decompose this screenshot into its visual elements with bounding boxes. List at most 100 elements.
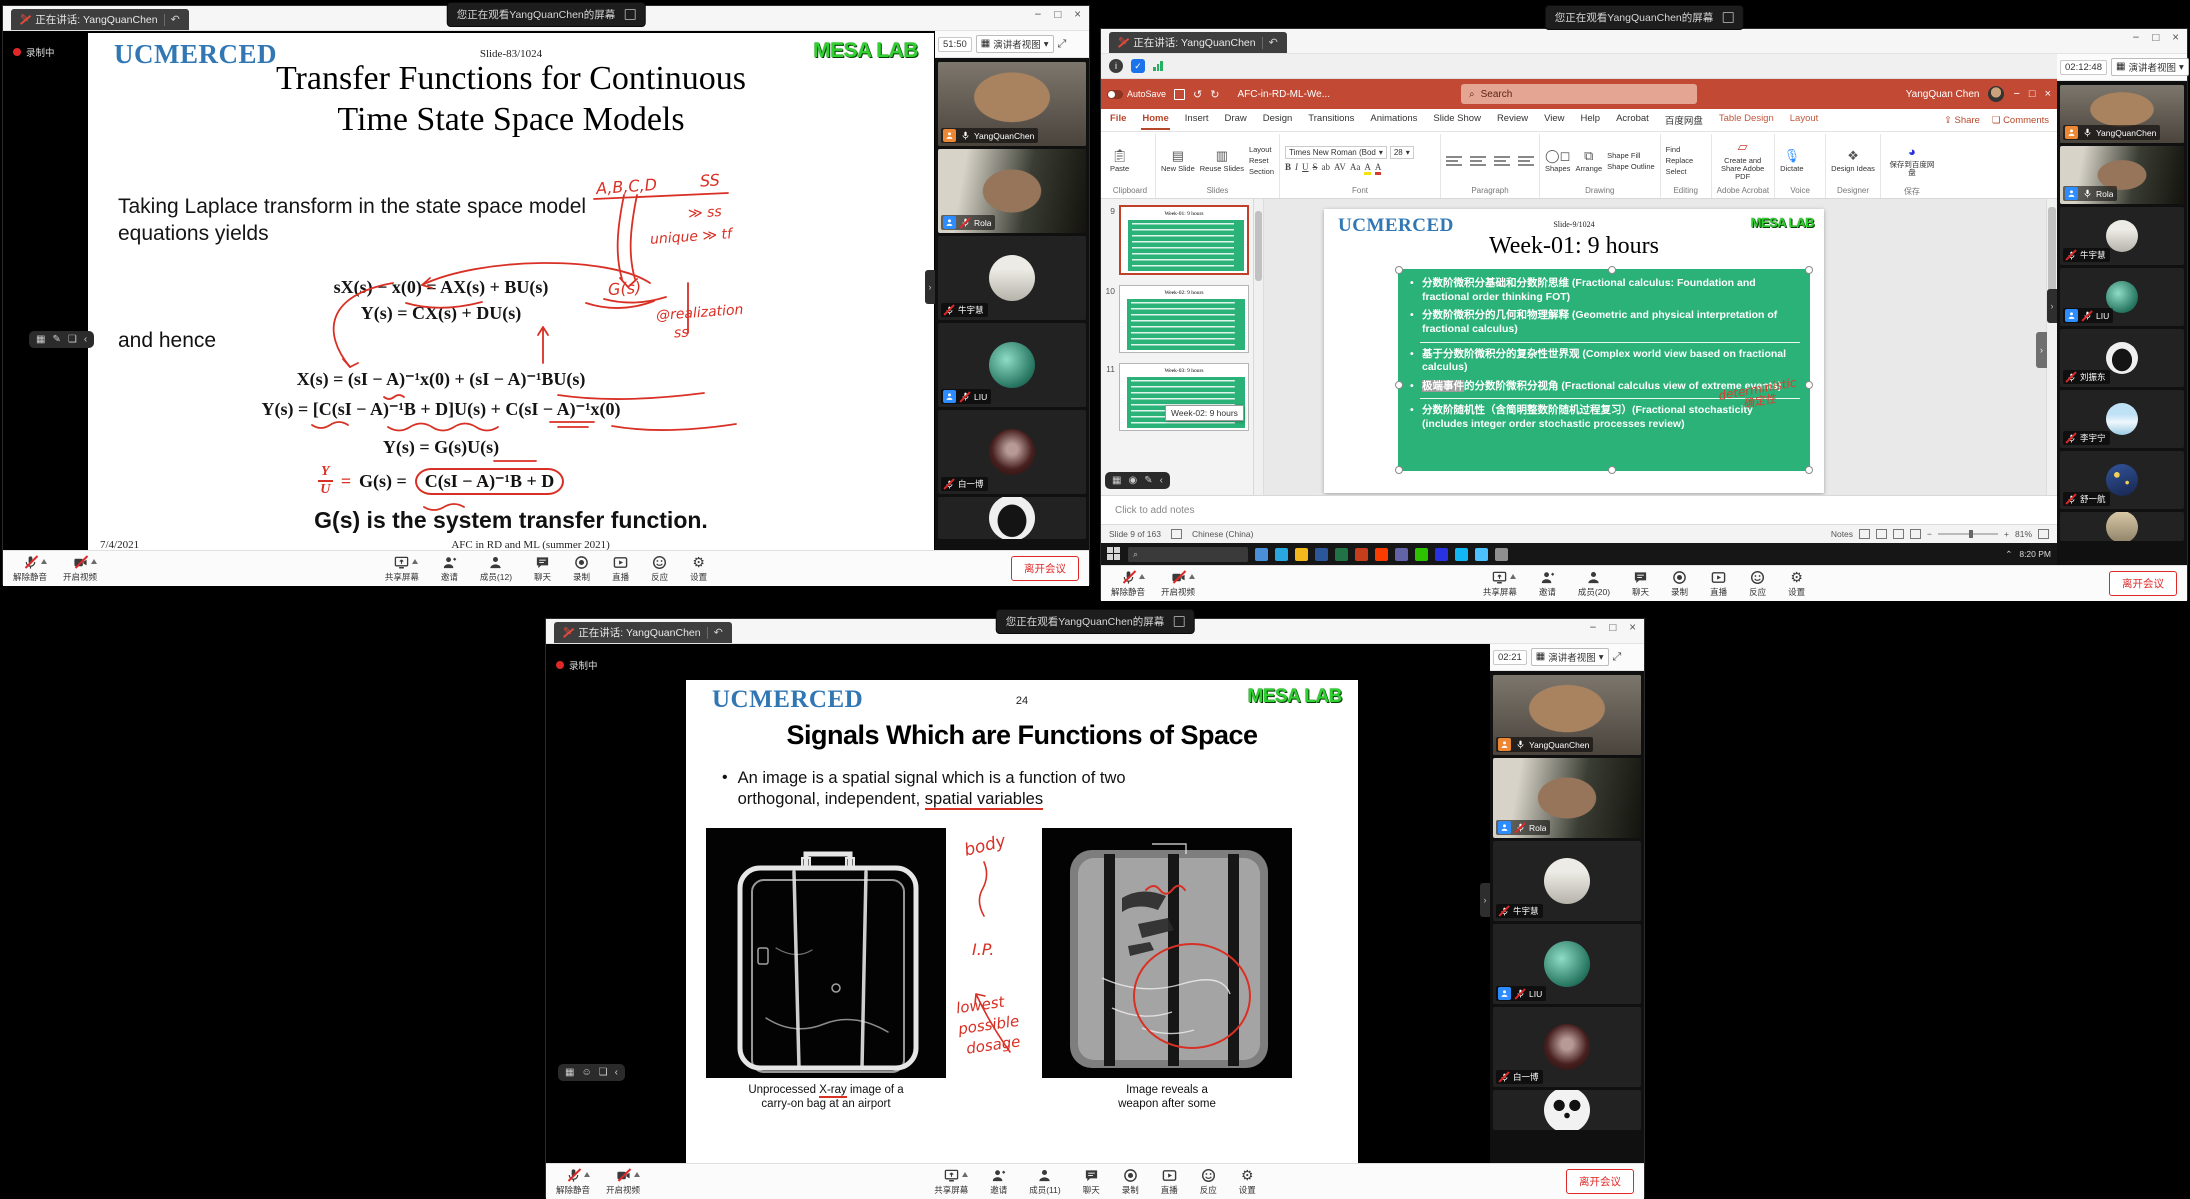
bullets-icon[interactable] <box>1446 156 1462 166</box>
collapse-icon[interactable]: ‹ <box>615 1067 618 1078</box>
taskbar-app-icon[interactable] <box>1255 548 1268 561</box>
toolbar-members-button[interactable]: 成员(20) <box>1578 569 1610 598</box>
align-center-icon[interactable] <box>1494 156 1510 166</box>
meeting-info-icon[interactable]: i <box>1109 59 1123 73</box>
ppt-minimize-button[interactable]: − <box>2013 88 2019 100</box>
ribbon-tab-layout[interactable]: Layout <box>1789 110 1820 130</box>
toolbar-share-button[interactable]: 共享屏幕 <box>385 554 419 583</box>
taskbar-app-icon[interactable] <box>1415 548 1428 561</box>
fit-slide-icon[interactable] <box>2038 529 2049 539</box>
font-color-button[interactable]: A <box>1375 162 1382 175</box>
toolbar-invite-button[interactable]: 邀请 <box>1539 569 1556 598</box>
taskbar-app-icon[interactable] <box>1335 548 1348 561</box>
taskbar-app-icon[interactable] <box>1495 548 1508 561</box>
exit-fullscreen-icon[interactable] <box>1722 12 1733 23</box>
toolbar-react-button[interactable]: 反应 <box>1749 569 1766 598</box>
ribbon-tab-insert[interactable]: Insert <box>1184 110 1210 130</box>
ribbon-tab-help[interactable]: Help <box>1580 110 1602 130</box>
toolbar-record-button[interactable]: 录制 <box>1122 1167 1139 1196</box>
baidu-save-button[interactable]: ◕保存到百度网盘 <box>1886 144 1938 178</box>
slide-thumbnail-9[interactable]: 9Week-01: 9 hours <box>1103 205 1249 275</box>
reuse-slides-button[interactable]: ▥Reuse Slides <box>1200 148 1244 173</box>
maximize-button[interactable]: □ <box>2152 32 2159 44</box>
language[interactable]: Chinese (China) <box>1192 529 1253 539</box>
view-options-icon[interactable]: ▦ <box>1112 475 1121 486</box>
bold-button[interactable]: B <box>1285 162 1291 175</box>
unmute-button[interactable]: 解除静音 <box>1111 569 1145 598</box>
back-arrow-icon[interactable]: ↶ <box>714 626 723 639</box>
ribbon-tab-animations[interactable]: Animations <box>1369 110 1418 130</box>
participant-tile[interactable]: 李宇宁 <box>2060 390 2184 448</box>
speaking-tab[interactable]: ✎ 正在讲话: YangQuanChen ↶ <box>1109 32 1287 53</box>
fullscreen-icon[interactable]: ⤢ <box>1613 651 1622 664</box>
fullscreen-icon[interactable]: ⤢ <box>1058 38 1067 51</box>
start-button[interactable] <box>1107 547 1121 561</box>
speaking-tab[interactable]: ✎ 正在讲话: YangQuanChen ↶ <box>554 622 732 643</box>
speaker-view-button[interactable]: ▦ 演讲者视图 ▾ <box>1531 648 1609 666</box>
view-options-icon[interactable]: ▦ <box>36 334 45 345</box>
clock[interactable]: 8:20 PM <box>2019 549 2051 559</box>
participant-tile[interactable]: YangQuanChen <box>938 62 1086 146</box>
toolbar-live-button[interactable]: 直播 <box>612 554 629 583</box>
participant-tile[interactable]: 牛宇慧 <box>938 236 1086 320</box>
collapse-strip-button[interactable]: › <box>925 270 935 304</box>
thumbnail-scrollbar[interactable] <box>1254 199 1264 495</box>
new-slide-button[interactable]: ▤New Slide <box>1161 148 1195 173</box>
account-name[interactable]: YangQuan Chen <box>1906 89 1980 100</box>
ribbon-tab-transitions[interactable]: Transitions <box>1307 110 1355 130</box>
undo-icon[interactable]: ↺ <box>1193 88 1202 101</box>
participant-tile[interactable]: 刘振东 <box>2060 329 2184 387</box>
zoom-slider[interactable] <box>1938 533 1998 535</box>
toolbar-record-button[interactable]: 录制 <box>573 554 590 583</box>
ribbon-tab-view[interactable]: View <box>1543 110 1565 130</box>
autosave-toggle[interactable]: AutoSave <box>1107 89 1166 99</box>
pointer-icon[interactable]: ✎ <box>52 334 60 345</box>
participant-tile[interactable]: 白一博 <box>1493 1007 1641 1087</box>
strikethrough-button[interactable]: S <box>1313 162 1318 175</box>
toolbar-chat-button[interactable]: 聊天 <box>534 554 551 583</box>
toolbar-chat-button[interactable]: 聊天 <box>1632 569 1649 598</box>
select-button[interactable]: Select <box>1666 167 1694 176</box>
font-size-box[interactable]: 28 ▾ <box>1390 146 1414 159</box>
canvas-scrollbar[interactable] <box>2046 199 2057 495</box>
highlight-color-button[interactable]: A <box>1364 162 1371 175</box>
layout-button[interactable]: Layout <box>1249 145 1274 154</box>
replace-button[interactable]: Replace <box>1666 156 1694 165</box>
slideshow-icon[interactable] <box>1910 529 1921 539</box>
ribbon-tab-review[interactable]: Review <box>1496 110 1529 130</box>
exit-fullscreen-icon[interactable] <box>1173 616 1184 627</box>
ribbon-tab-file[interactable]: File <box>1109 110 1127 130</box>
shapes-button[interactable]: ◯◻Shapes <box>1545 148 1570 173</box>
toolbar-react-button[interactable]: 反应 <box>1200 1167 1217 1196</box>
zoom-in-button[interactable]: + <box>2004 529 2009 539</box>
zoom-out-button[interactable]: − <box>1927 529 1932 539</box>
paste-button[interactable]: 📋︎Paste <box>1110 148 1129 173</box>
reset-button[interactable]: Reset <box>1249 156 1274 165</box>
participant-tile[interactable]: LIU <box>1493 924 1641 1004</box>
columns-icon[interactable] <box>1518 156 1534 166</box>
ppt-close-button[interactable]: × <box>2045 88 2051 100</box>
ppt-search-box[interactable]: ⌕ Search <box>1461 84 1697 104</box>
participant-tile[interactable] <box>2060 512 2184 541</box>
toolbar-invite-button[interactable]: 邀请 <box>990 1167 1007 1196</box>
slide-text-box[interactable]: 分数阶微积分基础和分数阶思维 (Fractional calculus: Fou… <box>1398 269 1810 471</box>
ribbon-tab-draw[interactable]: Draw <box>1224 110 1248 130</box>
edited-slide[interactable]: UCMERCED Slide-9/1024 MESA LAB Week-01: … <box>1324 209 1824 493</box>
participant-tile[interactable]: Rola <box>1493 758 1641 838</box>
find-button[interactable]: Find <box>1666 145 1694 154</box>
create-pdf-button[interactable]: ▱Create and Share Adobe PDF <box>1717 140 1769 182</box>
participant-tile[interactable]: 舒一航 <box>2060 451 2184 509</box>
toolbar-members-button[interactable]: 成员(12) <box>480 554 512 583</box>
comment-icon[interactable]: ❏ <box>68 334 77 345</box>
toolbar-live-button[interactable]: 直播 <box>1710 569 1727 598</box>
unmute-button[interactable]: 解除静音 <box>556 1167 590 1196</box>
taskbar-app-icon[interactable] <box>1295 548 1308 561</box>
participant-tile[interactable]: Rola <box>2060 146 2184 204</box>
participant-tile[interactable] <box>1493 1090 1641 1130</box>
normal-view-icon[interactable] <box>1859 529 1870 539</box>
ribbon-tab-table-design[interactable]: Table Design <box>1718 110 1775 130</box>
pen-icon[interactable]: ✎ <box>1144 475 1152 486</box>
toolbar-share-button[interactable]: 共享屏幕 <box>1483 569 1517 598</box>
font-name-box[interactable]: Times New Roman (Bod ▾ <box>1285 146 1387 159</box>
participant-tile[interactable]: LIU <box>2060 268 2184 326</box>
